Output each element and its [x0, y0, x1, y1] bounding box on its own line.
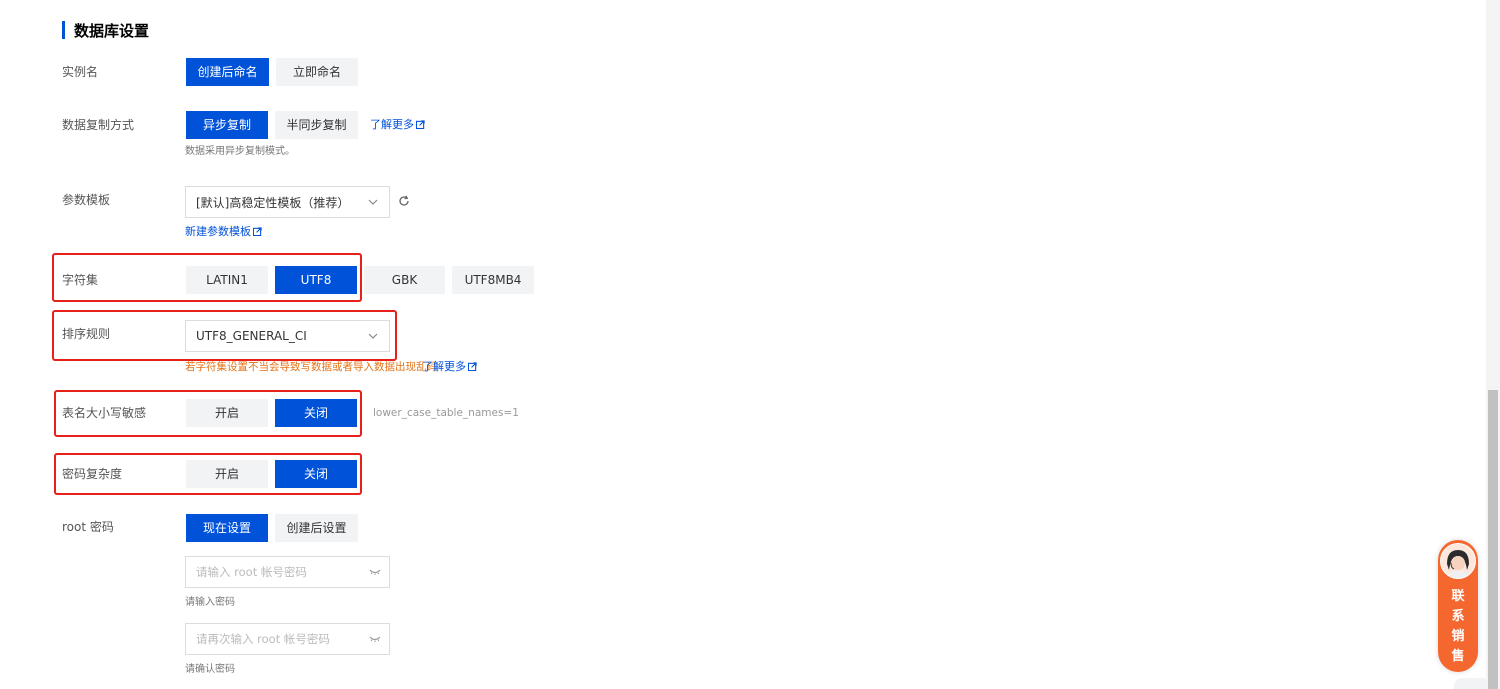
section-accent-bar — [62, 21, 65, 39]
charset-latin1-button[interactable]: LATIN1 — [186, 266, 268, 294]
section-title: 数据库设置 — [74, 21, 150, 40]
collation-label: 排序规则 — [62, 327, 111, 341]
root-password-hint: 请输入密码 — [185, 597, 235, 608]
avatar — [1440, 543, 1476, 579]
root-password-input[interactable] — [194, 564, 358, 580]
charset-gbk-button[interactable]: GBK — [364, 266, 445, 294]
name-after-create-button[interactable]: 创建后命名 — [186, 58, 269, 86]
param-template-select[interactable]: [默认]高稳定性模板（推荐） — [185, 186, 390, 218]
confirm-password-input[interactable] — [194, 631, 358, 647]
replication-hint: 数据采用异步复制模式。 — [185, 146, 295, 157]
collation-learn-more-link[interactable]: 了解更多 — [422, 360, 477, 374]
async-replication-button[interactable]: 异步复制 — [186, 111, 268, 139]
refresh-icon[interactable] — [398, 195, 410, 207]
new-param-template-link[interactable]: 新建参数模板 — [185, 225, 262, 239]
scrollbar-track[interactable] — [1486, 0, 1500, 689]
charset-utf8mb4-button[interactable]: UTF8MB4 — [452, 266, 534, 294]
support-agent-icon — [1441, 544, 1475, 578]
param-template-label: 参数模板 — [62, 193, 111, 207]
database-settings-page: 数据库设置 实例名 创建后命名 立即命名 数据复制方式 异步复制 半同步复制 了… — [0, 0, 1500, 689]
table-case-label: 表名大小写敏感 — [62, 406, 147, 420]
section-header: 数据库设置 — [62, 20, 149, 40]
charset-utf8-button[interactable]: UTF8 — [275, 266, 357, 294]
new-param-template-text: 新建参数模板 — [185, 225, 251, 238]
set-now-button[interactable]: 现在设置 — [186, 514, 268, 542]
name-now-button[interactable]: 立即命名 — [276, 58, 358, 86]
password-complexity-label: 密码复杂度 — [62, 467, 123, 481]
root-password-label: root 密码 — [62, 520, 114, 534]
table-case-on-button[interactable]: 开启 — [186, 399, 268, 427]
collation-value: UTF8_GENERAL_CI — [196, 329, 307, 343]
table-case-param-hint: lower_case_table_names=1 — [373, 407, 519, 419]
collation-warning: 若字符集设置不当会导致写数据或者导入数据出现乱码 — [185, 361, 437, 373]
replication-label: 数据复制方式 — [62, 118, 135, 132]
table-case-off-button[interactable]: 关闭 — [275, 399, 357, 427]
replication-learn-more-link[interactable]: 了解更多 — [370, 118, 425, 132]
password-complexity-off-button[interactable]: 关闭 — [275, 460, 357, 488]
widget-tab — [1454, 678, 1490, 689]
chevron-down-icon — [368, 199, 378, 205]
external-link-icon — [468, 362, 477, 371]
instance-name-label: 实例名 — [62, 65, 99, 79]
param-template-value: [默认]高稳定性模板（推荐） — [196, 195, 350, 210]
eye-closed-icon[interactable] — [369, 567, 381, 577]
chevron-down-icon — [368, 333, 378, 339]
confirm-password-hint: 请确认密码 — [185, 664, 235, 675]
semi-sync-replication-button[interactable]: 半同步复制 — [275, 111, 358, 139]
learn-more-text: 了解更多 — [370, 118, 414, 131]
confirm-password-field[interactable] — [185, 623, 390, 655]
external-link-icon — [253, 227, 262, 236]
charset-label: 字符集 — [62, 273, 99, 287]
scrollbar-thumb[interactable] — [1488, 390, 1498, 689]
eye-closed-icon[interactable] — [369, 634, 381, 644]
set-after-create-button[interactable]: 创建后设置 — [275, 514, 358, 542]
learn-more-text: 了解更多 — [422, 360, 466, 373]
contact-sales-button[interactable]: 联系销售 — [1438, 540, 1478, 672]
collation-select[interactable]: UTF8_GENERAL_CI — [185, 320, 390, 352]
contact-sales-label: 联系销售 — [1451, 589, 1465, 664]
external-link-icon — [416, 120, 425, 129]
password-complexity-on-button[interactable]: 开启 — [186, 460, 268, 488]
root-password-field[interactable] — [185, 556, 390, 588]
